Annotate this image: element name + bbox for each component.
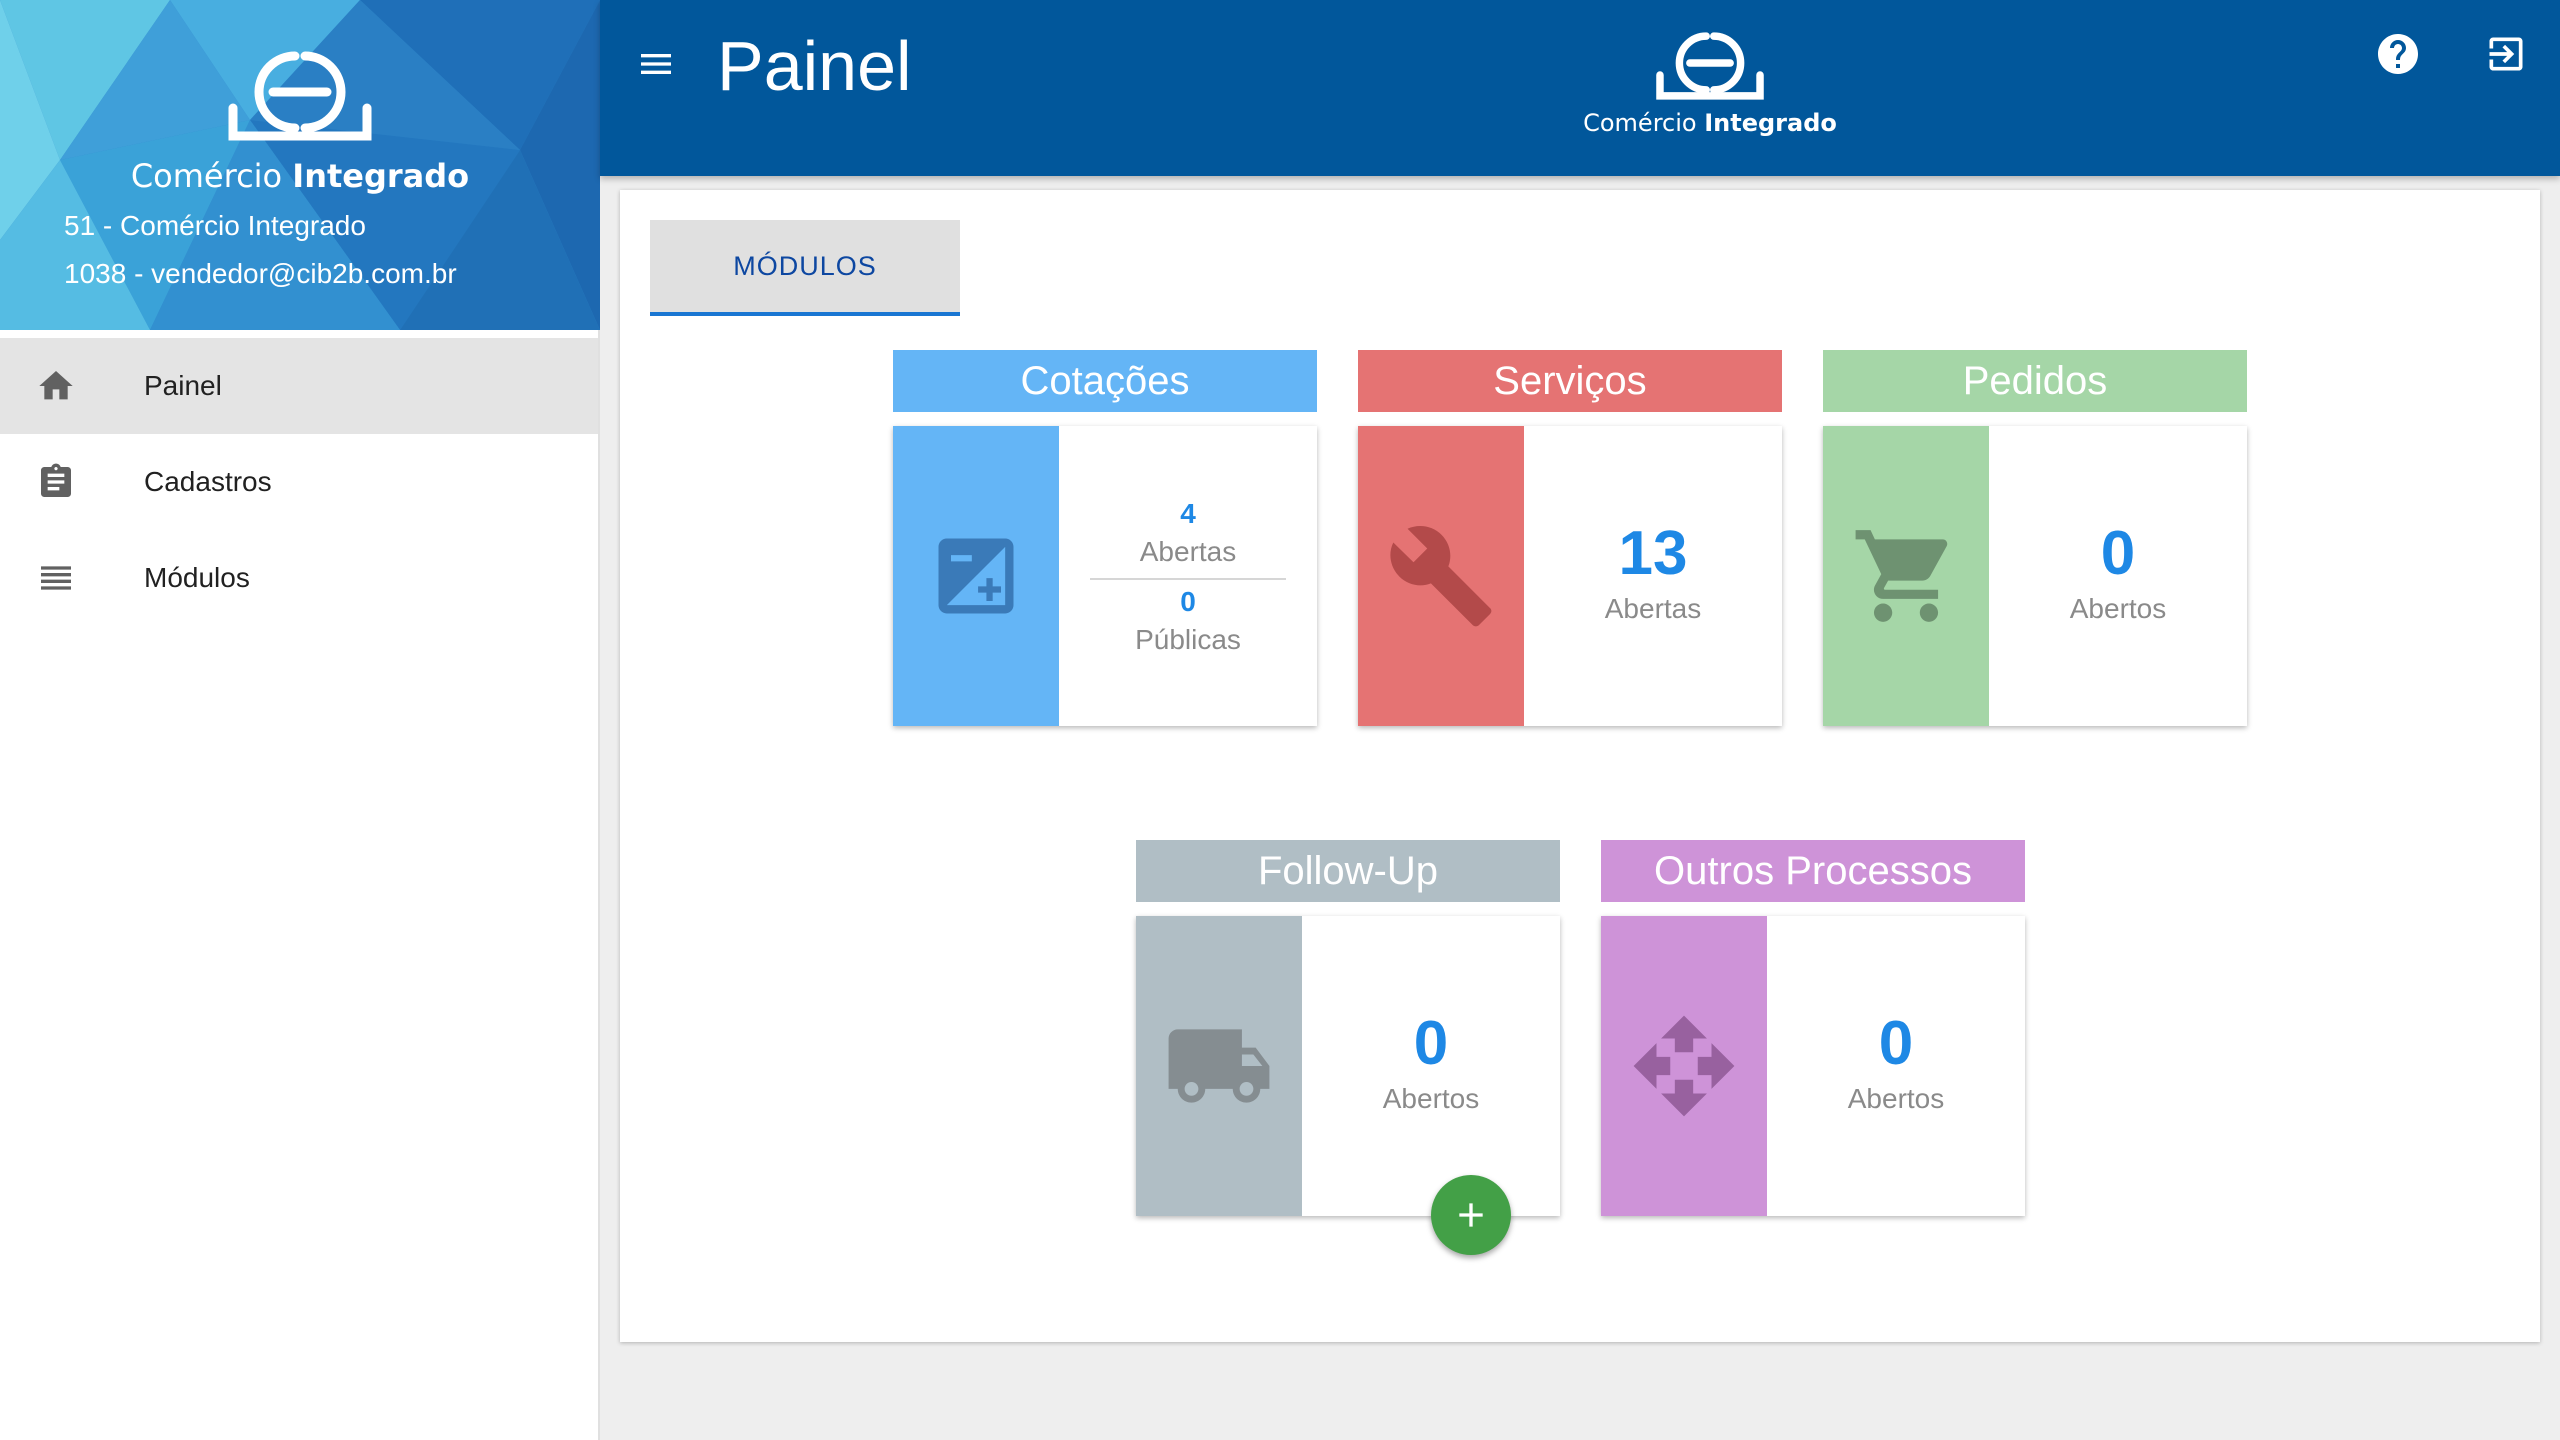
truck-icon (1168, 1029, 1270, 1103)
stat-value-publicas: 0 (1180, 586, 1196, 617)
help-button[interactable] (2374, 30, 2422, 78)
stat-value: 0 (1413, 1009, 1449, 1078)
module-card[interactable]: 0 Abertos (1601, 916, 2025, 1216)
account-company: 51 - Comércio Integrado (64, 210, 366, 241)
plus-icon (1459, 1203, 1483, 1227)
stat-label: Abertas (1604, 593, 1702, 624)
logo-icon (1656, 32, 1764, 100)
list-icon (36, 558, 76, 598)
module-title: Pedidos (1823, 350, 2247, 412)
module-servicos[interactable]: Serviços 13 Abertas (1358, 350, 1782, 726)
stat-label: Abertos (1847, 1083, 1945, 1114)
stat-value: 0 (1878, 1009, 1914, 1078)
sidebar-logo: Comércio Integrado (0, 48, 600, 195)
module-card[interactable]: 0 Abertos (1136, 916, 1560, 1216)
help-icon (2378, 34, 2418, 74)
module-stats: 0 Abertos (1302, 916, 1560, 1216)
cart-icon (1855, 530, 1948, 622)
logout-button[interactable] (2484, 32, 2528, 76)
module-icon-panel (1358, 426, 1524, 726)
module-icon-panel (893, 426, 1059, 726)
main-content-card: MÓDULOS Cotações 4 Abertas 0 Públicas Se… (620, 190, 2540, 1342)
clipboard-icon (36, 462, 76, 502)
stats-divider (1090, 578, 1286, 580)
module-title: Follow-Up (1136, 840, 1560, 902)
sidebar-item-painel[interactable]: Painel (0, 338, 598, 434)
home-icon (36, 366, 76, 406)
image-edit-icon (938, 538, 1014, 614)
logo-icon (228, 51, 372, 141)
module-title: Outros Processos (1601, 840, 2025, 902)
header-logo: Comércio Integrado (1500, 30, 1920, 137)
menu-icon (641, 54, 671, 74)
module-card[interactable]: 0 Abertos (1823, 426, 2247, 726)
sidebar-item-label: Painel (144, 370, 222, 401)
sidebar-item-cadastros[interactable]: Cadastros (0, 434, 598, 530)
module-outros-processos[interactable]: Outros Processos 0 Abertos (1601, 840, 2025, 1216)
top-app-bar: Painel Comércio Integrado (600, 0, 2560, 176)
wrench-icon (1390, 526, 1492, 627)
move-arrows-icon (1633, 1015, 1735, 1117)
module-card[interactable]: 4 Abertas 0 Públicas (893, 426, 1317, 726)
module-pedidos[interactable]: Pedidos 0 Abertos (1823, 350, 2247, 726)
module-stats: 0 Abertos (1989, 426, 2247, 726)
module-icon-panel (1823, 426, 1989, 726)
module-cotacoes[interactable]: Cotações 4 Abertas 0 Públicas (893, 350, 1317, 726)
account-user: 1038 - vendedor@cib2b.com.br (64, 258, 457, 289)
sidebar-nav: Painel Cadastros Módulos (0, 338, 598, 626)
module-card[interactable]: 13 Abertas (1358, 426, 1782, 726)
stat-label: Abertos (2069, 593, 2167, 624)
tab-modulos[interactable]: MÓDULOS (650, 220, 960, 316)
module-followup[interactable]: Follow-Up 0 Abertos (1136, 840, 1560, 1216)
sidebar-header: Comércio Integrado 51 - Comércio Integra… (0, 0, 600, 330)
add-button[interactable] (1431, 1175, 1511, 1255)
stat-label: Abertos (1382, 1083, 1480, 1114)
module-icon-panel (1136, 916, 1302, 1216)
sidebar-item-label: Módulos (144, 562, 250, 593)
module-icon-panel (1601, 916, 1767, 1216)
module-stats: 13 Abertas (1524, 426, 1782, 726)
sidebar-item-modulos[interactable]: Módulos (0, 530, 598, 626)
module-title: Cotações (893, 350, 1317, 412)
module-stats: 0 Abertos (1767, 916, 2025, 1216)
sidebar-item-label: Cadastros (144, 466, 272, 497)
sidebar: Comércio Integrado 51 - Comércio Integra… (0, 0, 600, 1440)
sidebar-brand-name: Comércio Integrado (130, 157, 470, 195)
stat-label-publicas: Públicas (1135, 624, 1241, 655)
logout-icon (2489, 37, 2523, 71)
module-stats: 4 Abertas 0 Públicas (1059, 426, 1317, 726)
stat-value: 0 (2100, 519, 2136, 588)
stat-value-abertas: 4 (1180, 498, 1196, 529)
stat-label-abertas: Abertas (1139, 536, 1237, 567)
menu-button[interactable] (636, 44, 692, 84)
page-title: Painel (717, 27, 912, 105)
header-brand-name: Comércio Integrado (1583, 109, 1837, 137)
stat-value: 13 (1618, 519, 1688, 588)
module-title: Serviços (1358, 350, 1782, 412)
